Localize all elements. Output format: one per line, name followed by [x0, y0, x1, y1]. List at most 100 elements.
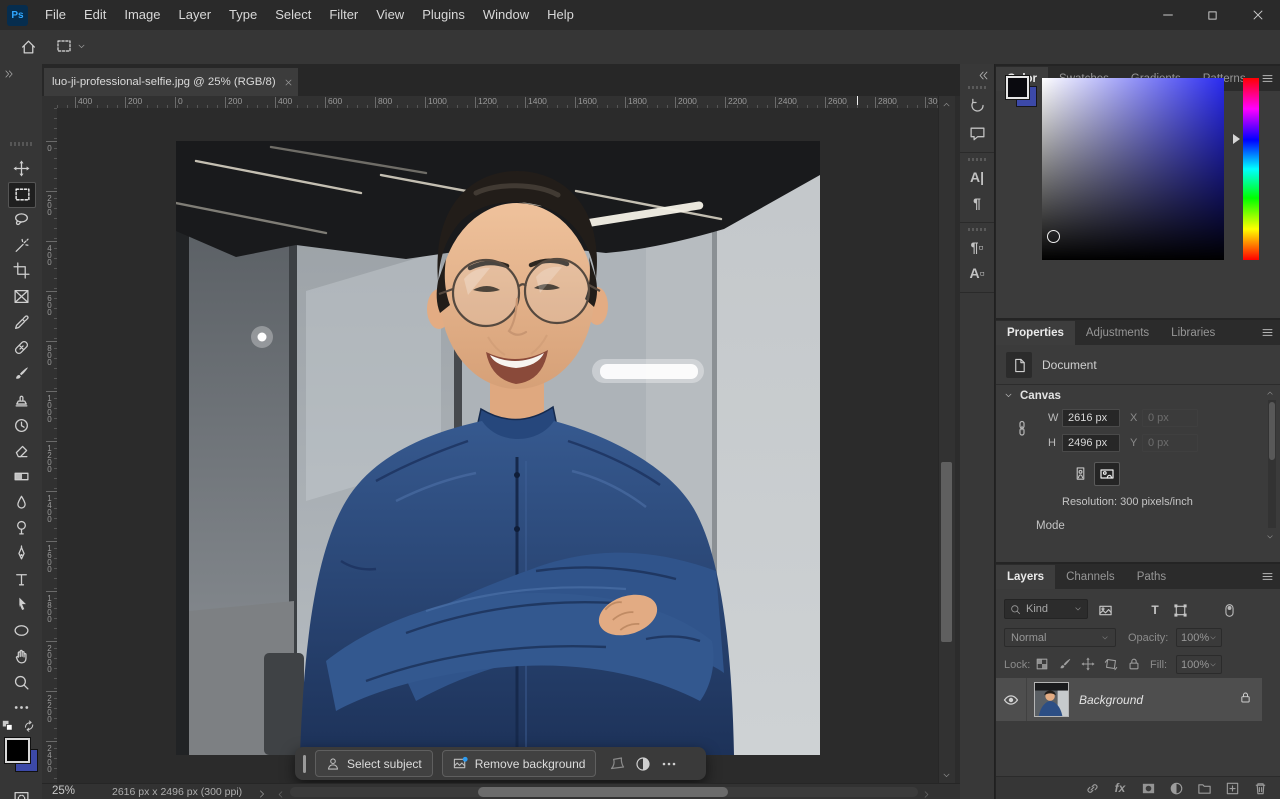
- smart-object-filter-icon[interactable]: [1196, 601, 1214, 619]
- properties-tab-properties[interactable]: Properties: [996, 321, 1075, 345]
- expand-tools-button[interactable]: [4, 66, 14, 84]
- menu-help[interactable]: Help: [538, 0, 583, 30]
- link-layers-button[interactable]: [1084, 780, 1100, 796]
- horizontal-scrollbar[interactable]: [290, 787, 918, 797]
- canvas-section-chevron[interactable]: [1004, 391, 1013, 403]
- clone-stamp-tool[interactable]: [8, 387, 34, 411]
- color-picker-field[interactable]: [1042, 78, 1224, 260]
- spot-healing-brush-tool[interactable]: [8, 336, 34, 360]
- move-tool[interactable]: [8, 156, 34, 180]
- home-button[interactable]: [20, 38, 37, 55]
- remove-background-button[interactable]: Remove background: [442, 750, 597, 777]
- portrait-orientation-button[interactable]: [1068, 462, 1092, 484]
- new-layer-button[interactable]: [1224, 780, 1240, 796]
- scroll-right-arrow[interactable]: [922, 786, 931, 799]
- canvas-y-input[interactable]: 0 px: [1142, 434, 1198, 452]
- vertical-scrollbar[interactable]: [938, 96, 955, 783]
- zoom-tool[interactable]: [8, 670, 34, 694]
- new-adjustment-button[interactable]: [1168, 780, 1184, 796]
- lock-paint-icon[interactable]: [1057, 656, 1073, 672]
- minimize-button[interactable]: [1145, 0, 1190, 30]
- add-mask-button[interactable]: [1140, 780, 1156, 796]
- foreground-color-swatch[interactable]: [5, 738, 30, 763]
- tab-close-button[interactable]: [284, 78, 293, 87]
- properties-scrollbar[interactable]: [1268, 400, 1276, 528]
- blend-mode-dropdown[interactable]: Normal: [1004, 628, 1116, 647]
- more-options-button[interactable]: [656, 756, 682, 772]
- zoom-level-field[interactable]: 25%: [52, 785, 75, 797]
- landscape-orientation-button[interactable]: [1094, 462, 1120, 486]
- blur-tool[interactable]: [8, 490, 34, 514]
- layer-visibility-toggle[interactable]: [996, 678, 1027, 721]
- layer-filter-kind-dropdown[interactable]: Kind: [1004, 599, 1088, 619]
- collapse-dock-button[interactable]: [978, 68, 989, 86]
- paragraph-panel-icon[interactable]: ¶: [968, 194, 986, 212]
- eraser-tool[interactable]: [8, 439, 34, 463]
- filter-toggle[interactable]: [1220, 601, 1238, 619]
- gradient-tool[interactable]: [8, 464, 34, 488]
- panel-menu-button[interactable]: [1261, 72, 1274, 90]
- layer-effects-button[interactable]: fx: [1112, 780, 1128, 796]
- opacity-value[interactable]: 100%: [1176, 628, 1222, 647]
- layers-tab-layers[interactable]: Layers: [996, 565, 1055, 589]
- lock-artboard-icon[interactable]: [1103, 656, 1119, 672]
- lock-transparency-icon[interactable]: [1034, 656, 1050, 672]
- new-group-button[interactable]: [1196, 780, 1212, 796]
- properties-tab-libraries[interactable]: Libraries: [1160, 321, 1226, 345]
- character-panel-icon[interactable]: A|: [968, 168, 986, 186]
- lasso-tool[interactable]: [8, 207, 34, 231]
- lock-move-icon[interactable]: [1080, 656, 1096, 672]
- layers-tab-paths[interactable]: Paths: [1126, 565, 1177, 589]
- paragraph-styles-panel-icon[interactable]: ¶▫: [968, 238, 986, 256]
- panel-color-swatches[interactable]: [1006, 76, 1036, 106]
- task-bar-drag-handle[interactable]: [303, 755, 306, 773]
- document-tab[interactable]: luo-ji-professional-selfie.jpg @ 25% (RG…: [44, 68, 298, 96]
- menu-image[interactable]: Image: [115, 0, 169, 30]
- tool-preset[interactable]: [56, 38, 86, 54]
- shape-filter-icon[interactable]: [1171, 601, 1189, 619]
- menu-type[interactable]: Type: [220, 0, 266, 30]
- menu-plugins[interactable]: Plugins: [413, 0, 474, 30]
- scroll-up-arrow[interactable]: [1266, 388, 1274, 400]
- shape-tool[interactable]: [8, 619, 34, 643]
- panel-menu-button[interactable]: [1261, 326, 1274, 344]
- history-brush-tool[interactable]: [8, 413, 34, 437]
- menu-layer[interactable]: Layer: [170, 0, 221, 30]
- comment-panel-icon[interactable]: [968, 124, 986, 142]
- canvas-area[interactable]: [57, 108, 938, 783]
- quick-mask-button[interactable]: [8, 786, 34, 799]
- status-options-button[interactable]: [257, 786, 267, 799]
- close-button[interactable]: [1235, 0, 1280, 30]
- transform-button[interactable]: [604, 756, 630, 772]
- canvas-height-input[interactable]: 2496 px: [1062, 434, 1120, 452]
- crop-tool[interactable]: [8, 259, 34, 283]
- character-styles-panel-icon[interactable]: A▫: [968, 264, 986, 282]
- brush-tool[interactable]: [8, 362, 34, 386]
- edit-toolbar-tool[interactable]: [8, 696, 34, 720]
- panel-menu-button[interactable]: [1261, 570, 1274, 588]
- eyedropper-tool[interactable]: [8, 310, 34, 334]
- type-tool[interactable]: [8, 567, 34, 591]
- link-dimensions-icon[interactable]: [1014, 420, 1030, 439]
- lock-all-icon[interactable]: [1126, 656, 1142, 672]
- hand-tool[interactable]: [8, 644, 34, 668]
- frame-tool[interactable]: [8, 285, 34, 309]
- horizontal-scroll-thumb[interactable]: [478, 787, 728, 797]
- menu-window[interactable]: Window: [474, 0, 538, 30]
- fill-value[interactable]: 100%: [1176, 655, 1222, 674]
- scroll-left-arrow[interactable]: [276, 786, 285, 799]
- select-subject-button[interactable]: Select subject: [315, 750, 433, 777]
- menu-filter[interactable]: Filter: [320, 0, 367, 30]
- menu-edit[interactable]: Edit: [75, 0, 115, 30]
- adjustments-button[interactable]: [630, 756, 656, 772]
- menu-select[interactable]: Select: [266, 0, 320, 30]
- scroll-up-arrow[interactable]: [939, 98, 953, 110]
- pen-tool[interactable]: [8, 542, 34, 566]
- properties-scroll-thumb[interactable]: [1269, 402, 1275, 460]
- layers-tab-channels[interactable]: Channels: [1055, 565, 1126, 589]
- object-selection-tool[interactable]: [8, 233, 34, 257]
- path-selection-tool[interactable]: [8, 593, 34, 617]
- vertical-scroll-thumb[interactable]: [941, 462, 952, 642]
- adjustment-filter-icon[interactable]: [1121, 601, 1139, 619]
- maximize-button[interactable]: [1190, 0, 1235, 30]
